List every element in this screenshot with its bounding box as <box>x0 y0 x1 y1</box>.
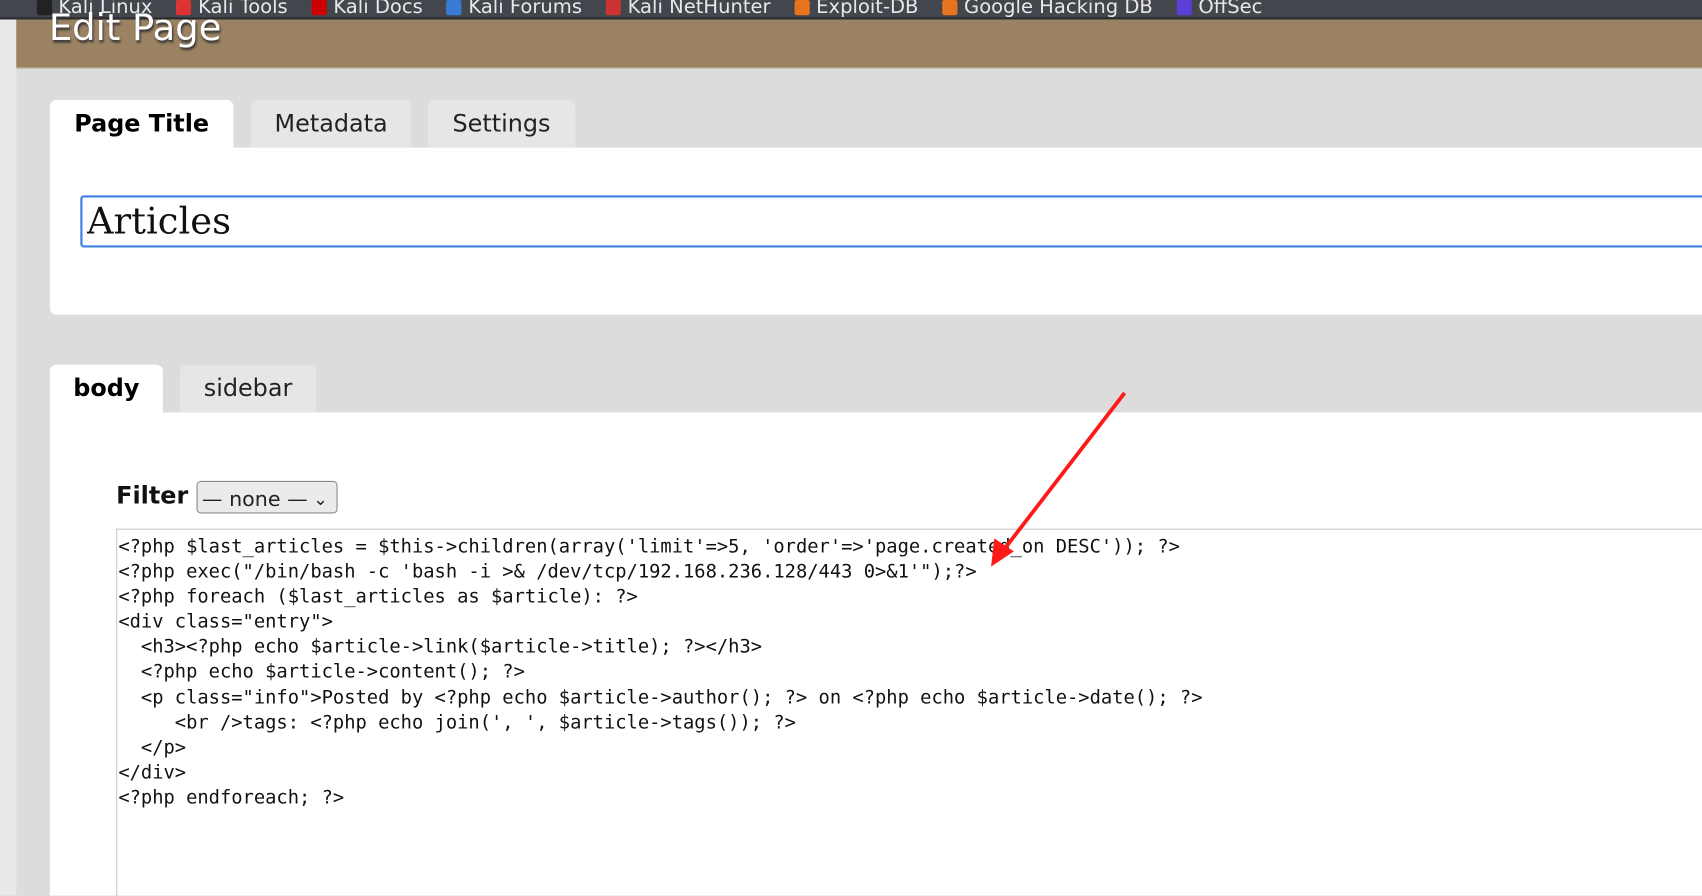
left-gutter <box>0 19 17 896</box>
exploit-db-icon <box>794 0 810 16</box>
body-content-textarea[interactable]: <?php $last_articles = $this->children(a… <box>116 528 1702 896</box>
tab-metadata[interactable]: Metadata <box>250 99 412 148</box>
offsec-icon <box>1176 0 1192 16</box>
bookmark-offsec[interactable]: OffSec <box>1176 0 1262 17</box>
bookmark-exploit-db[interactable]: Exploit-DB <box>794 0 918 17</box>
filter-selected-value: — none — <box>201 487 308 512</box>
bookmark-kali-forums[interactable]: Kali Forums <box>446 0 582 17</box>
bookmark-google-hacking-db[interactable]: Google Hacking DB <box>942 0 1153 17</box>
ghdb-icon <box>942 0 958 16</box>
filter-label: Filter <box>116 483 189 511</box>
chevron-down-icon: ⌄ <box>313 488 328 510</box>
tab-settings[interactable]: Settings <box>427 99 576 148</box>
tab-sidebar[interactable]: sidebar <box>180 364 316 413</box>
page: Kali Linux Kali Tools Kali Docs Kali Forums… <box>0 0 1702 896</box>
bookmark-kali-docs[interactable]: Kali Docs <box>311 0 423 17</box>
bookmarks-bar: Kali Linux Kali Tools Kali Docs Kali Forums… <box>0 0 1702 20</box>
page-title: Edit Page <box>48 6 222 50</box>
filter-select[interactable]: — none — ⌄ <box>196 480 338 514</box>
page-header: Edit Page <box>16 7 1702 69</box>
page-title-input[interactable] <box>80 195 1702 248</box>
kali-forums-icon <box>446 0 462 16</box>
tab-body[interactable]: body <box>49 364 163 413</box>
bookmark-kali-nethunter[interactable]: Kali NetHunter <box>605 0 771 17</box>
tab-page-title[interactable]: Page Title <box>49 99 234 148</box>
kali-docs-icon <box>311 0 327 16</box>
nethunter-icon <box>605 0 622 16</box>
